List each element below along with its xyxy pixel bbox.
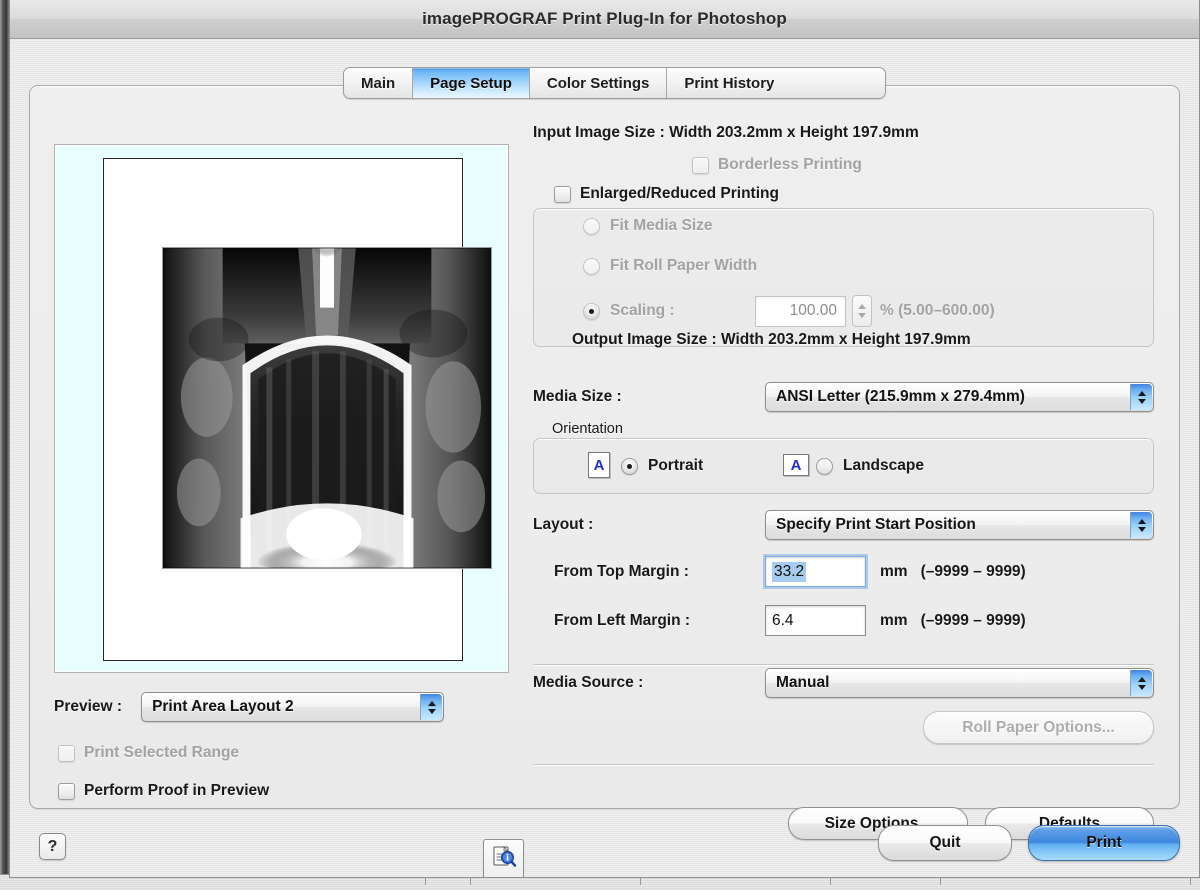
page-setup-panel: Preview : Print Area Layout 2 Print Sele…: [29, 85, 1180, 877]
media-size-row: Media Size : ANSI Letter (215.9mm x 279.…: [533, 382, 1154, 412]
scaling-radio[interactable]: [583, 302, 600, 320]
media-source-row: Media Source : Manual: [533, 668, 1154, 698]
media-size-select[interactable]: ANSI Letter (215.9mm x 279.4mm): [765, 382, 1154, 412]
from-left-margin-range: (–9999 – 9999): [920, 611, 1026, 629]
print-selected-range-row[interactable]: Print Selected Range: [58, 744, 239, 762]
print-plugin-window: imagePROGRAF Print Plug-In for Photoshop…: [9, 0, 1200, 878]
output-image-size-text: Output Image Size : Width 203.2mm x Heig…: [572, 331, 971, 348]
from-left-margin-label: From Left Margin :: [554, 611, 691, 629]
orientation-legend: Orientation: [552, 421, 623, 437]
preview-select-stepper-icon[interactable]: [420, 694, 443, 720]
scaling-row[interactable]: Scaling : 100.00 % (5.00–600.00): [583, 295, 995, 327]
question-mark-icon: ?: [47, 837, 58, 855]
landscape-radio[interactable]: [816, 457, 833, 475]
from-top-margin-input[interactable]: 33.2: [763, 554, 868, 589]
from-left-margin-input[interactable]: 6.4: [765, 605, 866, 636]
layout-select-value: Specify Print Start Position: [776, 516, 976, 533]
portrait-radio[interactable]: [621, 457, 638, 475]
fit-media-size-row[interactable]: Fit Media Size: [583, 217, 713, 235]
window-body: Main Page Setup Color Settings Print His…: [10, 40, 1199, 877]
portrait-option[interactable]: A Portrait: [588, 452, 703, 480]
quit-button[interactable]: Quit: [878, 825, 1012, 861]
print-preview-area[interactable]: [54, 144, 509, 673]
print-selected-range-checkbox[interactable]: [58, 744, 75, 762]
media-source-select-stepper-icon[interactable]: [1130, 670, 1152, 696]
portrait-page-icon: A: [588, 452, 614, 480]
scaling-groupbox: Fit Media Size Fit Roll Paper Width Scal…: [533, 208, 1154, 348]
background-window-edge: [0, 0, 9, 890]
help-button[interactable]: ?: [39, 833, 66, 860]
roll-paper-options-button[interactable]: Roll Paper Options...: [923, 711, 1154, 744]
fit-roll-paper-width-label: Fit Roll Paper Width: [610, 257, 758, 274]
input-image-size-text: Input Image Size : Width 203.2mm x Heigh…: [533, 124, 919, 141]
landscape-page-icon: A: [783, 452, 809, 480]
fit-media-size-label: Fit Media Size: [610, 217, 713, 234]
preview-select[interactable]: Print Area Layout 2: [141, 692, 445, 722]
document-info-icon: [491, 844, 517, 875]
preview-select-value: Print Area Layout 2: [152, 698, 294, 715]
divider-above-actions: [533, 764, 1154, 765]
window-title: imagePROGRAF Print Plug-In for Photoshop: [422, 9, 787, 28]
tab-bar: Main Page Setup Color Settings Print His…: [343, 67, 886, 99]
enlarged-reduced-checkbox[interactable]: [554, 185, 571, 203]
perform-proof-checkbox[interactable]: [58, 782, 75, 800]
scaling-label: Scaling :: [610, 302, 675, 319]
media-source-select[interactable]: Manual: [765, 668, 1154, 698]
from-top-margin-unit: mm: [880, 562, 908, 580]
landscape-option[interactable]: A Landscape: [783, 452, 924, 480]
preview-row: Preview : Print Area Layout 2: [54, 692, 514, 722]
from-top-margin-label: From Top Margin :: [554, 562, 689, 580]
window-titlebar[interactable]: imagePROGRAF Print Plug-In for Photoshop: [10, 0, 1199, 39]
enlarged-reduced-label: Enlarged/Reduced Printing: [580, 185, 779, 202]
landscape-label: Landscape: [843, 457, 924, 474]
preview-label: Preview :: [54, 698, 123, 715]
from-top-margin-value: 33.2: [772, 561, 807, 582]
from-left-margin-value: 6.4: [772, 611, 794, 629]
portrait-label: Portrait: [648, 457, 704, 474]
media-size-select-stepper-icon[interactable]: [1130, 384, 1152, 410]
perform-proof-label: Perform Proof in Preview: [84, 782, 270, 799]
borderless-printing-row[interactable]: Borderless Printing: [692, 156, 862, 174]
preview-info-button[interactable]: [483, 839, 524, 877]
from-top-margin-row: From Top Margin : 33.2 mm (–9999 – 9999): [554, 554, 1026, 589]
from-left-margin-row: From Left Margin : 6.4 mm (–9999 – 9999): [554, 605, 1026, 636]
from-top-margin-range: (–9999 – 9999): [920, 562, 1026, 580]
scaling-input[interactable]: 100.00: [755, 295, 846, 327]
scaling-input-value: 100.00: [789, 302, 837, 319]
tab-print-history[interactable]: Print History: [667, 68, 791, 98]
print-button[interactable]: Print: [1028, 825, 1180, 861]
fit-roll-paper-width-radio[interactable]: [583, 257, 600, 275]
scaling-range-label: % (5.00–600.00): [880, 302, 995, 319]
layout-label: Layout :: [533, 516, 594, 533]
tab-main[interactable]: Main: [344, 68, 414, 98]
print-selected-range-label: Print Selected Range: [84, 744, 240, 761]
layout-select-stepper-icon[interactable]: [1130, 512, 1152, 538]
media-source-select-value: Manual: [776, 674, 830, 691]
layout-row: Layout : Specify Print Start Position: [533, 510, 1154, 540]
fit-roll-paper-width-row[interactable]: Fit Roll Paper Width: [583, 257, 757, 275]
media-source-label: Media Source :: [533, 674, 644, 691]
borderless-printing-checkbox[interactable]: [692, 156, 709, 174]
tab-color-settings[interactable]: Color Settings: [530, 68, 668, 98]
enlarged-reduced-row[interactable]: Enlarged/Reduced Printing: [554, 185, 779, 203]
media-size-label: Media Size :: [533, 388, 622, 405]
borderless-printing-label: Borderless Printing: [718, 156, 862, 173]
divider-above-media-source: [533, 664, 1154, 665]
scaling-stepper[interactable]: [852, 295, 872, 327]
orientation-groupbox: A Portrait A Landscape: [533, 438, 1154, 494]
from-left-margin-unit: mm: [880, 611, 908, 629]
preview-page-sheet: [103, 158, 492, 661]
fit-media-size-radio[interactable]: [583, 217, 600, 235]
media-size-select-value: ANSI Letter (215.9mm x 279.4mm): [776, 388, 1025, 405]
perform-proof-row[interactable]: Perform Proof in Preview: [58, 782, 269, 800]
preview-photo-image: [162, 247, 492, 569]
tab-page-setup[interactable]: Page Setup: [413, 68, 530, 98]
layout-select[interactable]: Specify Print Start Position: [765, 510, 1154, 540]
